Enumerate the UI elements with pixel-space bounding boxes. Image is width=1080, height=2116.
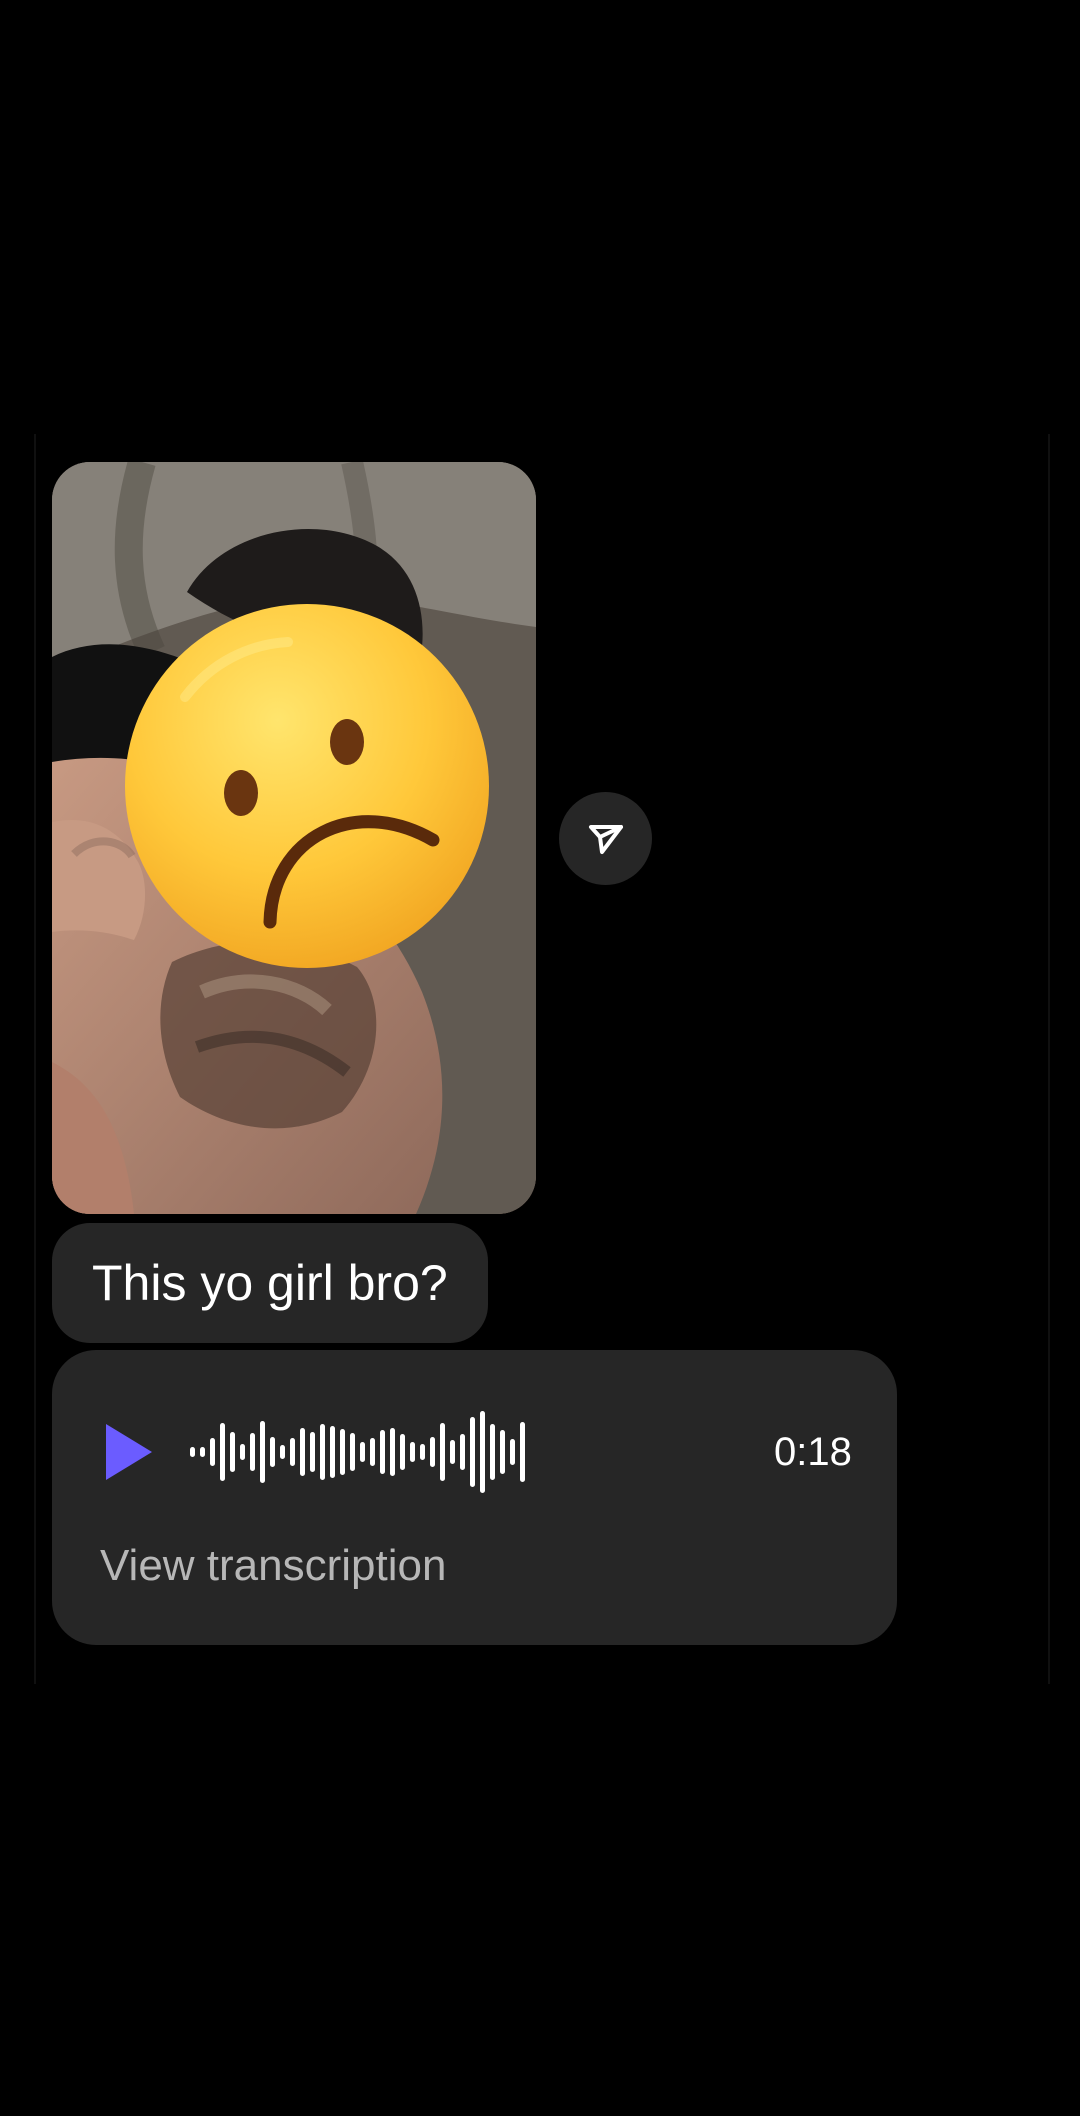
waveform-bar [250,1433,255,1471]
voice-message-bubble[interactable]: 0:18 View transcription [52,1350,897,1645]
voice-waveform[interactable] [190,1384,790,1520]
message-photo [52,462,536,1214]
waveform-bar [340,1429,345,1475]
waveform-bar [230,1432,235,1472]
play-button[interactable] [102,1422,162,1482]
waveform-bar [300,1428,305,1476]
waveform-bar [490,1424,495,1480]
waveform-bar [370,1438,375,1466]
waveform-bar [470,1417,475,1487]
message-text: This yo girl bro? [92,1255,448,1311]
waveform-bar [200,1447,205,1457]
waveform-bar [240,1444,245,1460]
waveform-bar [290,1438,295,1466]
waveform-bar [460,1434,465,1470]
waveform-bar [350,1433,355,1471]
waveform-bar [420,1444,425,1460]
send-icon [588,824,623,854]
photo-message[interactable] [52,462,536,1214]
waveform-bar [440,1423,445,1481]
waveform-bar [310,1432,315,1472]
waveform-bar [450,1440,455,1464]
waveform-bar [260,1421,265,1483]
waveform-bar [210,1438,215,1466]
waveform-bar [520,1422,525,1482]
waveform-bar [330,1426,335,1478]
share-button[interactable] [559,792,652,885]
waveform-bar [220,1423,225,1481]
waveform-bar [280,1445,285,1459]
waveform-bar [480,1411,485,1493]
waveform-bar [430,1437,435,1467]
waveform-bar [380,1430,385,1474]
text-message-bubble: This yo girl bro? [52,1223,488,1343]
waveform-bar [320,1424,325,1480]
waveform-bar [190,1447,195,1457]
waveform-bar [270,1437,275,1467]
voice-duration: 0:18 [774,1430,852,1474]
play-icon [106,1424,152,1480]
waveform-bar [410,1442,415,1462]
view-transcription-link[interactable]: View transcription [100,1538,446,1594]
waveform-bar [400,1434,405,1470]
waveform-bar [390,1428,395,1476]
waveform-bar [500,1430,505,1474]
waveform-bar [360,1442,365,1462]
waveform-bar [510,1439,515,1465]
